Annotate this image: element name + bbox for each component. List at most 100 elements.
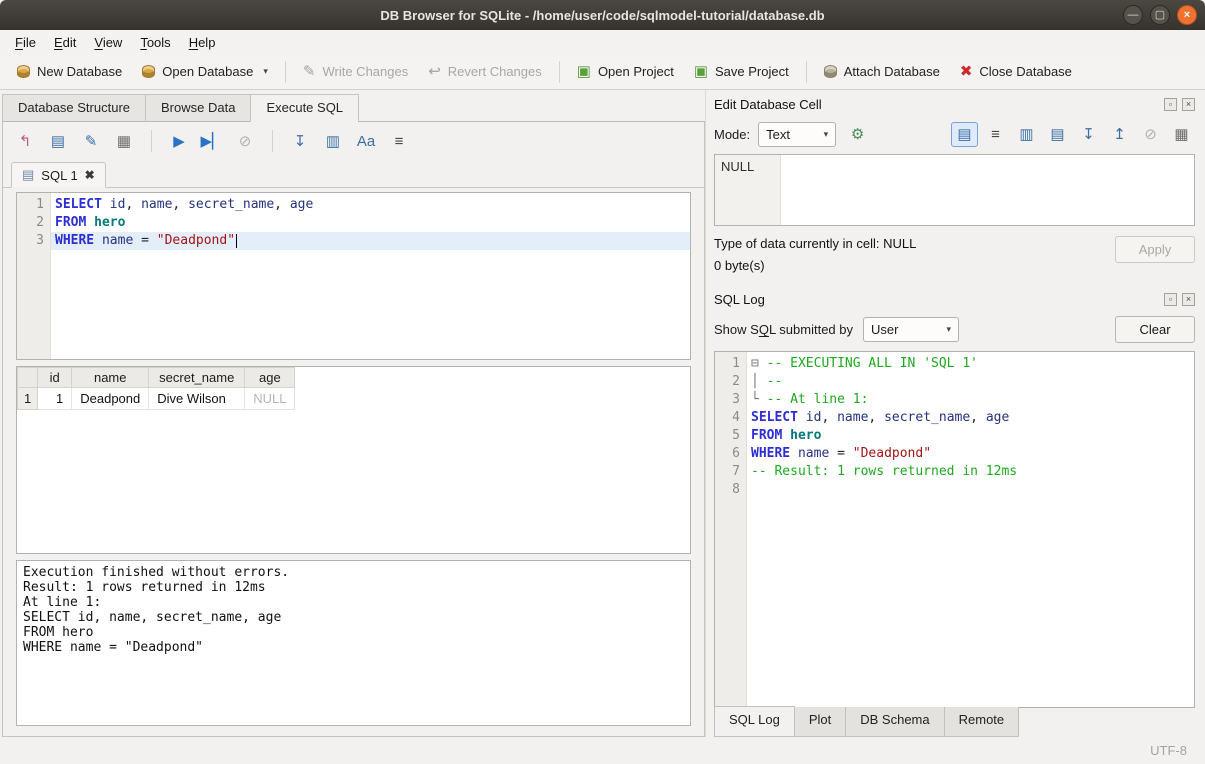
column-header-secret_name[interactable]: secret_name <box>149 368 245 388</box>
close-database-label: Close Database <box>979 64 1072 79</box>
close-tab-icon[interactable]: ✖ <box>85 168 95 182</box>
results-area: idnamesecret_nameage11DeadpondDive Wilso… <box>16 366 691 554</box>
open-sql-file-icon[interactable]: ↰ <box>13 130 37 152</box>
sql-log-header: SQL Log ▫ × <box>714 287 1195 311</box>
write-changes-button: ✎Write Changes <box>294 59 417 84</box>
open-database-button[interactable]: Open Database▾ <box>133 59 277 84</box>
word-wrap-icon[interactable]: ≡ <box>387 130 411 152</box>
code-line <box>747 481 1194 499</box>
log-filter-select[interactable]: User ▾ <box>863 317 959 342</box>
revert-changes-button: ↩Revert Changes <box>419 59 551 84</box>
code-line: FROM hero <box>747 427 1194 445</box>
import-from-file-icon[interactable]: ↧ <box>1075 122 1102 147</box>
column-header-age[interactable]: age <box>245 368 295 388</box>
settings-icon[interactable]: ⚙ <box>844 122 871 147</box>
find-replace-icon[interactable]: Aa <box>354 130 378 152</box>
export-results-icon[interactable]: ↧ <box>288 130 312 152</box>
save-project-button[interactable]: ▣Save Project <box>685 59 798 84</box>
menu-view[interactable]: View <box>85 32 131 53</box>
column-header-name[interactable]: name <box>72 368 149 388</box>
text-caret <box>236 234 237 248</box>
mode-label: Mode: <box>714 127 750 142</box>
revert-changes-label: Revert Changes <box>448 64 542 79</box>
execute-all-icon[interactable]: ▶ <box>167 130 191 152</box>
sql-log-title: SQL Log <box>714 292 1164 307</box>
attach-database-button[interactable]: Attach Database <box>815 59 949 84</box>
close-button[interactable]: × <box>1177 5 1197 25</box>
title-bar: DB Browser for SQLite - /home/user/code/… <box>0 0 1205 30</box>
code-line: FROM hero <box>51 214 690 232</box>
row-header[interactable]: 1 <box>18 388 38 410</box>
cell-editor[interactable]: NULL <box>714 154 1195 226</box>
open-project-label: Open Project <box>598 64 674 79</box>
results-table: idnamesecret_nameage11DeadpondDive Wilso… <box>17 367 295 410</box>
cell-age[interactable]: NULL <box>245 388 295 410</box>
new-database-button[interactable]: New Database <box>8 59 131 84</box>
copy-icon[interactable]: ▥ <box>1013 122 1040 147</box>
window-title: DB Browser for SQLite - /home/user/code/… <box>0 8 1205 23</box>
sql-editor[interactable]: 123 SELECT id, name, secret_name, ageFRO… <box>16 192 691 360</box>
cell-id[interactable]: 1 <box>38 388 72 410</box>
tab-browse-data[interactable]: Browse Data <box>145 94 251 121</box>
print-sql-icon[interactable]: ▦ <box>112 130 136 152</box>
mode-select[interactable]: Text ▾ <box>758 122 836 147</box>
tab-database-structure[interactable]: Database Structure <box>2 94 146 121</box>
text-format-icon[interactable]: ▤ <box>951 122 978 147</box>
save-results-icon[interactable]: ▥ <box>321 130 345 152</box>
bottom-tab-db-schema[interactable]: DB Schema <box>845 707 944 737</box>
open-sql-new-tab-icon[interactable]: ▤ <box>46 130 70 152</box>
column-header-id[interactable]: id <box>38 368 72 388</box>
save-project-label: Save Project <box>715 64 789 79</box>
menu-tools[interactable]: Tools <box>131 32 179 53</box>
corner-header[interactable] <box>18 368 38 388</box>
new-database-icon <box>17 65 30 78</box>
editor-code[interactable]: SELECT id, name, secret_name, ageFROM he… <box>51 193 690 359</box>
sql-log-viewer[interactable]: 12345678 ⊟ -- EXECUTING ALL IN 'SQL 1'│ … <box>714 351 1195 708</box>
menu-bar: FileEditViewToolsHelp <box>0 30 1205 54</box>
cell-value: NULL <box>721 159 754 174</box>
cell-secret_name[interactable]: Dive Wilson <box>149 388 245 410</box>
close-panel-icon[interactable]: × <box>1182 293 1195 306</box>
paste-icon[interactable]: ▤ <box>1044 122 1071 147</box>
tab-execute-sql[interactable]: Execute SQL <box>250 94 359 122</box>
bottom-tab-remote[interactable]: Remote <box>944 707 1020 737</box>
edit-cell-title: Edit Database Cell <box>714 97 1164 112</box>
open-project-button[interactable]: ▣Open Project <box>568 59 683 84</box>
chevron-down-icon: ▾ <box>824 129 829 140</box>
menu-file[interactable]: File <box>6 32 45 53</box>
attach-database-icon <box>824 65 837 78</box>
menu-edit[interactable]: Edit <box>45 32 85 53</box>
sql-tab[interactable]: ▤ SQL 1 ✖ <box>11 162 106 188</box>
set-null-icon[interactable]: ⊘ <box>1137 122 1164 147</box>
attach-database-label: Attach Database <box>844 64 940 79</box>
float-panel-icon[interactable]: ▫ <box>1164 293 1177 306</box>
print-icon[interactable]: ▦ <box>1168 122 1195 147</box>
open-database-label: Open Database <box>162 64 253 79</box>
open-database-icon <box>142 65 155 78</box>
sql-tab-label: SQL 1 <box>41 168 77 183</box>
encoding-label: UTF-8 <box>1150 743 1187 758</box>
cell-name[interactable]: Deadpond <box>72 388 149 410</box>
sql-tab-bar: ▤ SQL 1 ✖ <box>3 158 704 188</box>
close-database-button[interactable]: ✖Close Database <box>951 59 1081 84</box>
menu-help[interactable]: Help <box>180 32 225 53</box>
file-icon: ▤ <box>22 167 34 183</box>
float-panel-icon[interactable]: ▫ <box>1164 98 1177 111</box>
execute-current-line-icon[interactable]: ▶▏ <box>200 130 224 152</box>
bottom-tab-plot[interactable]: Plot <box>794 707 846 737</box>
execute-sql-panel: ↰ ▤ ✎ ▦ ▶ ▶▏ ⊘ ↧ ▥ Aa ≡ ▤ SQL 1 ✖ 123 SELECT id, n… <box>2 122 705 737</box>
log-filter-label: Show SQL submitted by <box>714 322 853 337</box>
clear-log-button[interactable]: Clear <box>1115 316 1195 343</box>
cell-editor-content[interactable] <box>781 155 1194 225</box>
edit-cell-header: Edit Database Cell ▫ × <box>714 92 1195 116</box>
new-database-label: New Database <box>37 64 122 79</box>
sql-toolbar: ↰ ▤ ✎ ▦ ▶ ▶▏ ⊘ ↧ ▥ Aa ≡ <box>3 122 704 158</box>
export-to-file-icon[interactable]: ↥ <box>1106 122 1133 147</box>
stop-icon[interactable]: ⊘ <box>233 130 257 152</box>
minimize-button[interactable]: — <box>1123 5 1143 25</box>
bottom-tab-sql-log[interactable]: SQL Log <box>714 706 795 737</box>
save-sql-file-icon[interactable]: ✎ <box>79 130 103 152</box>
word-wrap-icon[interactable]: ≡ <box>982 122 1009 147</box>
maximize-button[interactable]: ▢ <box>1150 5 1170 25</box>
close-panel-icon[interactable]: × <box>1182 98 1195 111</box>
